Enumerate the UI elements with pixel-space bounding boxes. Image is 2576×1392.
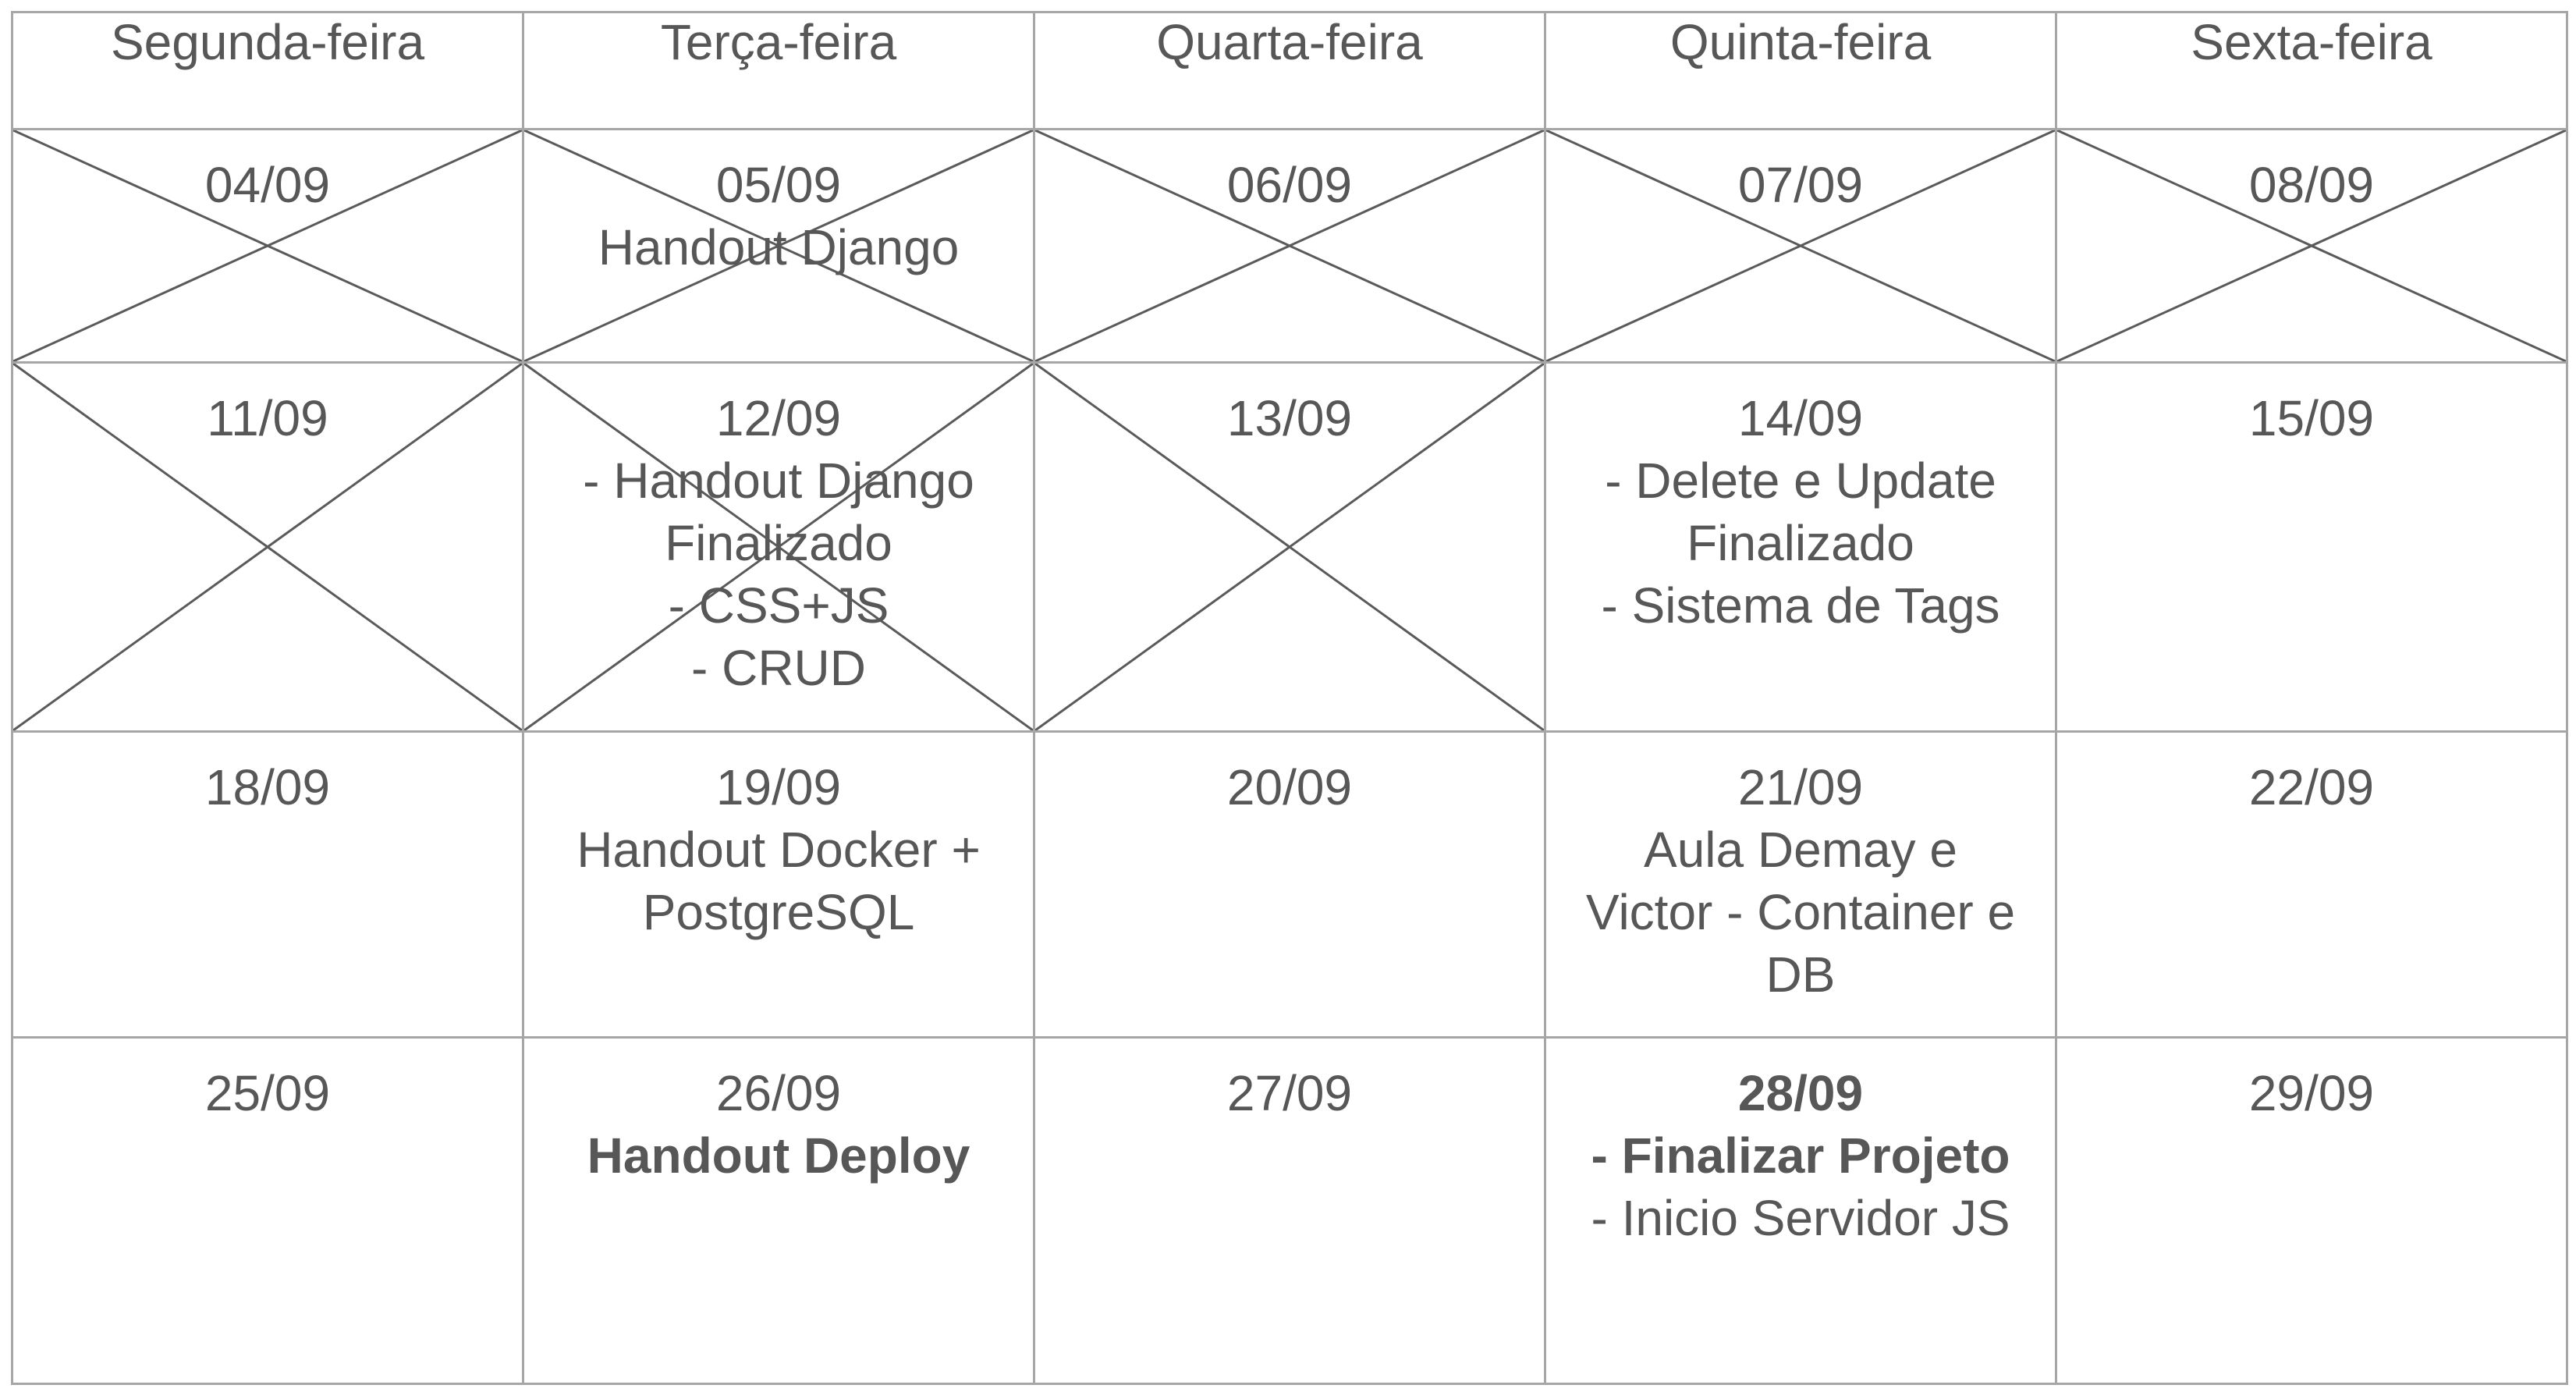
date-label: 26/09	[715, 1065, 842, 1121]
task-line: - Finalizar Projeto	[1591, 1127, 2010, 1184]
cell-content: 12/09 - Handout Django Finalizado - CSS+JS -…	[526, 365, 1032, 700]
task-line: - Inicio Servidor JS	[1591, 1190, 2010, 1246]
day-cell: 27/09	[1033, 1036, 1546, 1385]
cell-content: 20/09	[1037, 734, 1543, 819]
weekday-header-cell: Segunda-feira	[11, 11, 524, 130]
week-row: 18/09 19/09 Handout Docker + PostgreSQL 20/0…	[11, 730, 2568, 1039]
weekday-header-cell: Quarta-feira	[1033, 11, 1546, 130]
day-cell: 06/09	[1033, 128, 1546, 364]
task-line: DB	[1765, 946, 1836, 1003]
cell-content: 18/09	[15, 734, 521, 819]
cell-content: 26/09 Handout Deploy	[526, 1040, 1032, 1188]
date-label: 15/09	[2248, 390, 2375, 446]
day-cell: 18/09	[11, 730, 524, 1039]
date-label: 11/09	[207, 390, 328, 446]
date-label: 19/09	[715, 759, 842, 815]
cell-content: 29/09	[2059, 1040, 2565, 1125]
weekday-header-cell: Terça-feira	[522, 11, 1035, 130]
cell-content: 07/09	[1548, 132, 2054, 217]
day-cell: 05/09 Handout Django	[522, 128, 1035, 364]
date-label: 25/09	[204, 1065, 331, 1121]
date-label: 04/09	[204, 157, 331, 213]
cell-content: 04/09	[15, 132, 521, 217]
cell-content: 25/09	[15, 1040, 521, 1125]
day-cell: 22/09	[2055, 730, 2568, 1039]
cell-content: 05/09 Handout Django	[526, 132, 1032, 279]
cell-content: 11/09	[15, 365, 521, 450]
day-cell: 26/09 Handout Deploy	[522, 1036, 1035, 1385]
day-cell: 08/09	[2055, 128, 2568, 364]
date-label: 22/09	[2248, 759, 2375, 815]
weekday-header-cell: Sexta-feira	[2055, 11, 2568, 130]
day-cell: 19/09 Handout Docker + PostgreSQL	[522, 730, 1035, 1039]
day-cell: 15/09	[2055, 361, 2568, 733]
weekday-label: Quinta-feira	[1669, 14, 1932, 71]
task-line: Aula Demay e	[1644, 822, 1957, 878]
task-line: Finalizado	[1687, 515, 1914, 571]
day-cell: 13/09	[1033, 361, 1546, 733]
cell-content: 28/09 - Finalizar Projeto - Inicio Servido…	[1548, 1040, 2054, 1250]
date-label: 20/09	[1226, 759, 1353, 815]
task-line: - Handout Django	[583, 453, 974, 509]
day-cell: 25/09	[11, 1036, 524, 1385]
date-label: 13/09	[1226, 390, 1353, 446]
date-label: 07/09	[1737, 157, 1864, 213]
date-label: 06/09	[1226, 157, 1353, 213]
task-line: - CSS+JS	[668, 577, 889, 634]
task-line: - Delete e Update	[1605, 453, 1996, 509]
task-line: Victor - Container e	[1585, 884, 2016, 940]
cell-content: 22/09	[2059, 734, 2565, 819]
weekday-label: Terça-feira	[660, 14, 897, 71]
weekday-label: Sexta-feira	[2191, 14, 2432, 71]
cell-content: 06/09	[1037, 132, 1543, 217]
day-cell: 14/09 - Delete e Update Finalizado - Sistem…	[1544, 361, 2057, 733]
week-row: 11/09 12/09 - Handout Django Finalizado - CS…	[11, 361, 2568, 733]
schedule-body: Segunda-feira Terça-feira Quarta-feira Q…	[11, 11, 2568, 1385]
task-line: - CRUD	[691, 640, 866, 696]
date-label: 14/09	[1737, 390, 1864, 446]
cell-content: 13/09	[1037, 365, 1543, 450]
date-label: 05/09	[715, 157, 842, 213]
cell-content: 19/09 Handout Docker + PostgreSQL	[526, 734, 1032, 944]
task-line: - Sistema de Tags	[1601, 577, 2000, 634]
cell-content: 15/09	[2059, 365, 2565, 450]
day-cell: 11/09	[11, 361, 524, 733]
weekday-header-row: Segunda-feira Terça-feira Quarta-feira Q…	[11, 11, 2568, 130]
date-label: 29/09	[2248, 1065, 2375, 1121]
day-cell: 12/09 - Handout Django Finalizado - CSS+JS -…	[522, 361, 1035, 733]
day-cell: 07/09	[1544, 128, 2057, 364]
task-line: Handout Django	[598, 219, 960, 275]
week-row: 04/09 05/09 Handout Django 06/09 07/09 08/09	[11, 128, 2568, 364]
day-cell: 28/09 - Finalizar Projeto - Inicio Servido…	[1544, 1036, 2057, 1385]
day-cell: 21/09 Aula Demay e Victor - Container e DB	[1544, 730, 2057, 1039]
schedule-table: Segunda-feira Terça-feira Quarta-feira Q…	[11, 11, 2568, 1385]
weekday-label: Segunda-feira	[110, 14, 425, 71]
day-cell: 20/09	[1033, 730, 1546, 1039]
cell-content: 14/09 - Delete e Update Finalizado - Sistem…	[1548, 365, 2054, 637]
date-label: 18/09	[204, 759, 331, 815]
task-line: Handout Deploy	[587, 1127, 970, 1184]
weekday-header-cell: Quinta-feira	[1544, 11, 2057, 130]
date-label: 08/09	[2248, 157, 2375, 213]
cell-content: 27/09	[1037, 1040, 1543, 1125]
week-row: 25/09 26/09 Handout Deploy 27/09 28/09 - Fina…	[11, 1036, 2568, 1385]
day-cell: 04/09	[11, 128, 524, 364]
weekday-label: Quarta-feira	[1156, 14, 1423, 71]
cell-content: 08/09	[2059, 132, 2565, 217]
task-line: Handout Docker +	[577, 822, 981, 878]
cell-content: 21/09 Aula Demay e Victor - Container e DB	[1548, 734, 2054, 1007]
task-line: PostgreSQL	[642, 884, 915, 940]
date-label: 12/09	[715, 390, 842, 446]
task-line: Finalizado	[665, 515, 892, 571]
date-label: 28/09	[1737, 1065, 1864, 1121]
date-label: 27/09	[1226, 1065, 1353, 1121]
day-cell: 29/09	[2055, 1036, 2568, 1385]
date-label: 21/09	[1737, 759, 1864, 815]
